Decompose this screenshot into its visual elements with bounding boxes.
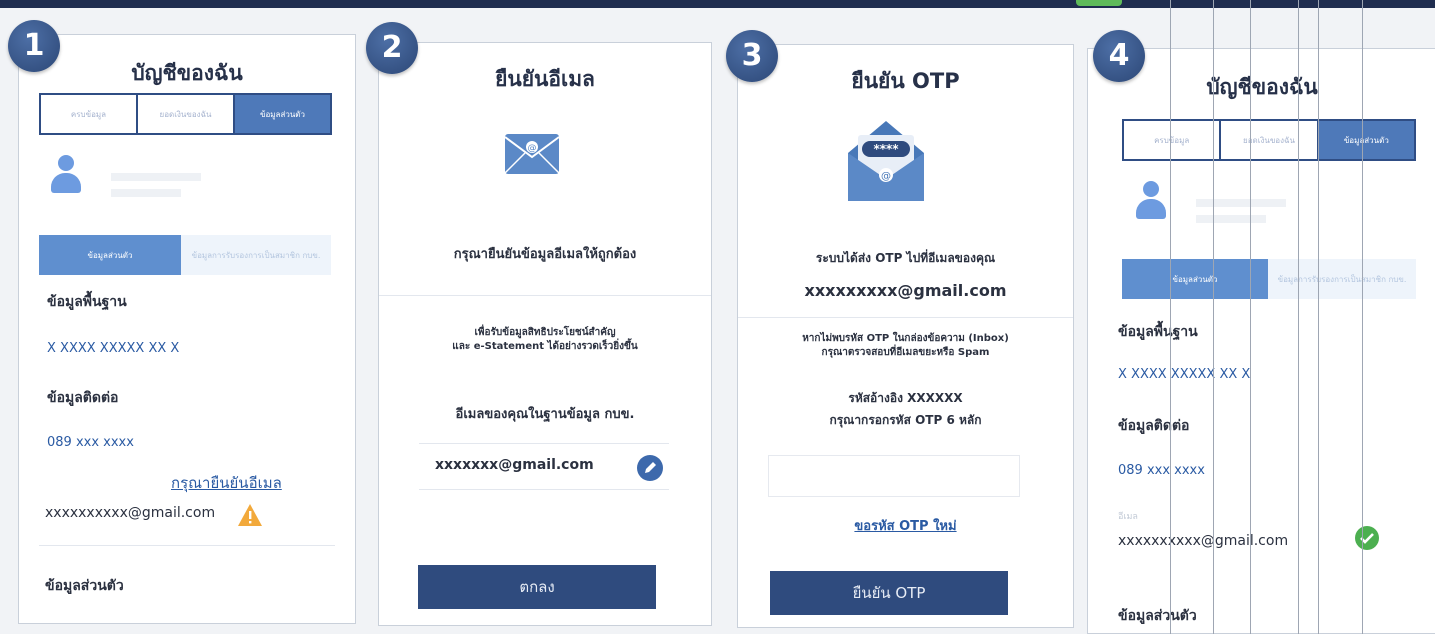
subtab-membership[interactable]: ข้อมูลการรับรองการเป็นสมาชิก กบข. [181,235,331,275]
tab-personal-info[interactable]: ข้อมูลส่วนตัว [1318,121,1414,159]
id-number-value: X XXXX XXXXX XX X [47,341,180,356]
tab-complete-info[interactable]: ครบข้อมูล [1124,121,1222,159]
step-4-badge: 4 [1093,30,1145,82]
ok-button[interactable]: ตกลง [418,565,656,609]
step-3-verify-otp-panel: ยืนยัน OTP **** @ ระบบได้ส่ง OTP ไปที่อี… [737,44,1074,628]
user-avatar-icon [51,155,81,195]
member-id-placeholder [111,189,181,197]
page-title: บัญชีของฉัน [131,61,243,85]
user-avatar-icon [1136,181,1166,221]
enter-otp-text: กรุณากรอกรหัส OTP 6 หลัก [829,413,982,427]
divider [738,317,1073,318]
contact-heading: ข้อมูลติดต่อ [47,390,119,406]
divider [419,443,669,444]
tab-personal-info[interactable]: ข้อมูลส่วนตัว [235,95,330,133]
personal-heading: ข้อมูลส่วนตัว [1118,608,1197,624]
divider [39,545,335,546]
scan-line [1362,0,1363,634]
email-field-value: xxxxxxx@gmail.com [435,457,594,473]
step-3-badge: 3 [726,30,778,82]
confirm-otp-button[interactable]: ยืนยัน OTP [770,571,1008,615]
email-label: อีเมล [1118,512,1138,522]
spam-line-1: หากไม่พบรหัส OTP ในกล่องข้อความ (Inbox) [802,333,1009,344]
subtab-personal[interactable]: ข้อมูลส่วนตัว [1122,259,1268,299]
phone-value: 089 xxx xxxx [47,435,134,450]
name-placeholder [111,173,201,181]
scan-line [1170,0,1171,634]
tab-complete-info[interactable]: ครบข้อมูล [41,95,138,133]
basic-info-heading: ข้อมูลพื้นฐาน [1118,324,1198,340]
step-4-account-panel: บัญชีของฉัน ครบข้อมูล ยอดเงินของฉัน ข้อม… [1087,48,1435,634]
scan-line [1318,0,1319,634]
svg-text:@: @ [881,171,891,182]
scan-line [1298,0,1299,634]
svg-text:@: @ [528,144,537,154]
page-title: ยืนยัน OTP [851,69,960,93]
name-placeholder [1196,199,1286,207]
contact-heading: ข้อมูลติดต่อ [1118,418,1190,434]
edit-pencil-icon[interactable] [636,454,664,482]
step-1-account-panel: บัญชีของฉัน ครบข้อมูล ยอดเงินของฉัน ข้อม… [18,34,356,624]
reference-code-text: รหัสอ้างอิง XXXXXX [848,391,963,405]
scan-line [1213,0,1214,634]
verify-email-link[interactable]: กรุณายืนยันอีเมล [171,471,282,495]
otp-code-mask: **** [873,142,899,156]
page-title: ยืนยันอีเมล [495,67,595,91]
email-value: xxxxxxxxxx@gmail.com [45,505,216,521]
check-circle-icon [1355,526,1379,550]
step-2-verify-email-panel: ยืนยันอีเมล @ กรุณายืนยันข้อมูลอีเมลให้ถ… [378,42,712,626]
divider [419,489,669,490]
page-title: บัญชีของฉัน [1206,75,1318,99]
scan-line [1250,0,1251,634]
email-value: xxxxxxxxxx@gmail.com [1118,533,1289,549]
step-2-badge: 2 [366,22,418,74]
id-number-value: X XXXX XXXXX XX X [1118,367,1251,382]
tab-my-balance[interactable]: ยอดเงินของฉัน [138,95,235,133]
otp-email-value: xxxxxxxxx@gmail.com [804,281,1007,300]
benefit-line-2: และ e-Statement ได้อย่างรวดเร็วยิ่งขึ้น [452,341,638,352]
resend-otp-link[interactable]: ขอรหัส OTP ใหม่ [738,515,1073,536]
step-1-badge: 1 [8,20,60,72]
top-bar-indicator [1076,0,1122,6]
top-bar [0,0,1435,8]
otp-envelope-icon: **** @ [848,121,924,201]
basic-info-heading: ข้อมูลพื้นฐาน [47,294,127,310]
divider [379,295,711,296]
email-envelope-icon: @ [504,134,560,174]
spam-line-2: กรุณาตรวจสอบที่อีเมลขยะหรือ Spam [821,347,990,358]
subtab-membership[interactable]: ข้อมูลการรับรองการเป็นสมาชิก กบข. [1268,259,1416,299]
warning-icon [238,504,262,526]
account-tabs: ครบข้อมูล ยอดเงินของฉัน ข้อมูลส่วนตัว [39,93,332,135]
phone-value: 089 xxx xxxx [1118,463,1205,478]
database-email-label: อีเมลของคุณในฐานข้อมูล กบข. [455,407,635,422]
otp-input[interactable] [768,455,1020,497]
member-id-placeholder [1196,215,1266,223]
otp-sent-text: ระบบได้ส่ง OTP ไปที่อีเมลของคุณ [815,251,996,265]
benefit-line-1: เพื่อรับข้อมูลสิทธิประโยชน์สำคัญ [474,327,616,338]
tab-my-balance[interactable]: ยอดเงินของฉัน [1221,121,1319,159]
personal-heading: ข้อมูลส่วนตัว [45,578,124,594]
account-tabs: ครบข้อมูล ยอดเงินของฉัน ข้อมูลส่วนตัว [1122,119,1416,161]
verify-prompt: กรุณายืนยันข้อมูลอีเมลให้ถูกต้อง [453,247,637,262]
subtab-personal[interactable]: ข้อมูลส่วนตัว [39,235,181,275]
